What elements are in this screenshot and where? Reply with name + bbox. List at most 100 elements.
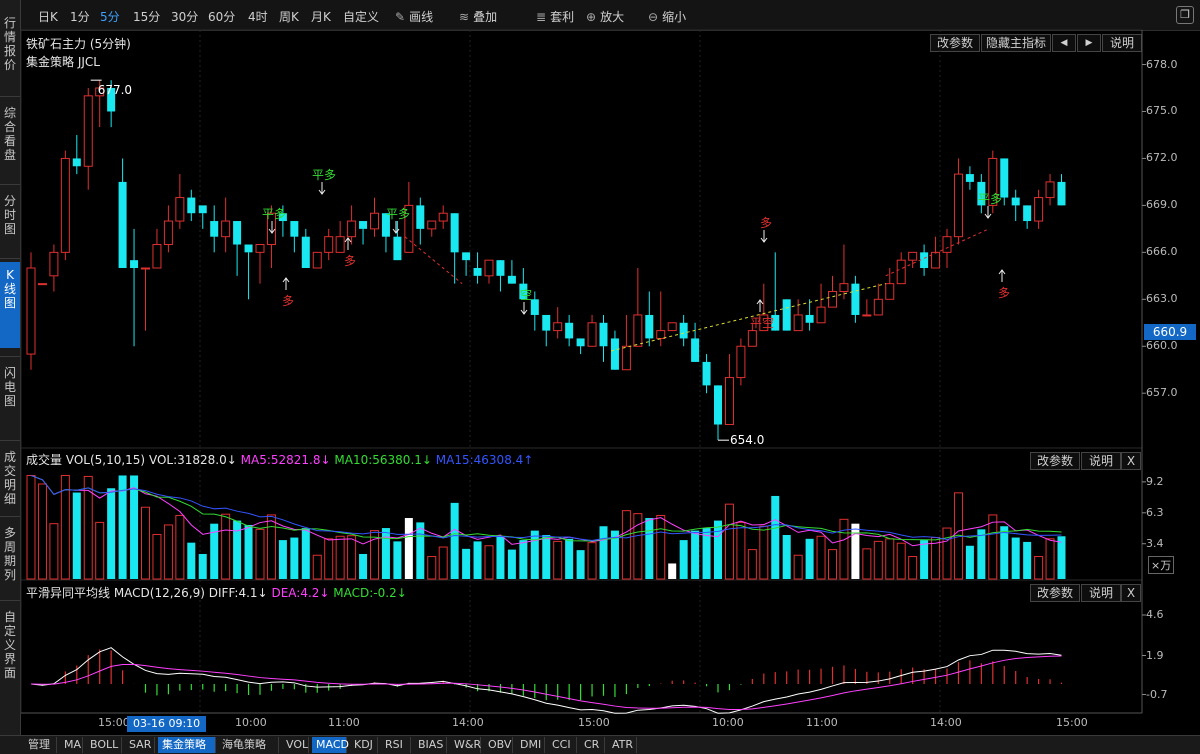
volume-bar [278,540,287,579]
candle-body [370,212,379,230]
candle-body [759,314,769,332]
candle-body [462,252,471,261]
candle-body [83,95,93,167]
volume-bar [335,535,345,580]
volume-bar [714,520,722,579]
indicator-tab-14[interactable]: CCI [548,737,577,753]
candle-body [175,197,185,222]
candle-body [965,174,974,182]
candle-body [908,251,918,261]
indicator-tab-2[interactable]: BOLL [86,737,122,753]
volume-bar [621,510,631,580]
volume-bar [862,548,872,580]
candle-body [130,260,139,268]
macd-dea-line [30,655,1062,711]
candle-body [931,251,941,269]
indicator-tab-12[interactable]: OBV [484,737,513,753]
indicator-tab-7[interactable]: MACD [312,737,349,753]
candle-body [519,283,528,300]
indicator-tab-0[interactable]: 管理 [24,737,57,753]
candle-body [335,236,345,253]
indicator-tab-16[interactable]: ATR [608,737,637,753]
indicator-tab-5[interactable]: 海龟策略 [218,737,279,753]
signal-arrow-down [760,230,768,243]
volume-bar [542,534,551,579]
volume-bar [198,553,207,579]
volume-bar [828,549,837,580]
volume-bar [553,540,563,580]
volume-bar [896,542,906,580]
indicator-tab-10[interactable]: BIAS [414,737,447,753]
indicator-tab-8[interactable]: KDJ [350,737,378,753]
candle-body [747,330,757,347]
candle-body [1011,197,1020,206]
candle-body [862,314,872,317]
candle-body [507,275,516,284]
signal-arrow-down [520,302,528,315]
candle-body [37,283,47,286]
candle-body [885,283,895,300]
volume-bar [759,525,769,580]
indicator-tab-11[interactable]: W&R [450,737,481,753]
volume-bar [679,540,688,579]
volume-bar [233,520,242,579]
volume-bar [782,534,791,579]
candle-body [702,361,711,386]
volume-bar [839,518,849,580]
macd-diff-line [30,647,1062,714]
kline-chart[interactable] [0,0,1200,735]
volume-bar [656,514,666,580]
candle-body [198,205,207,214]
candle-body [530,299,539,315]
candle-body [187,197,196,214]
volume-bar [244,524,253,579]
candle-body [942,236,952,253]
indicator-tab-6[interactable]: VOL [282,737,309,753]
volume-bar [290,537,299,579]
candle-body [599,322,608,347]
volume-bar [95,521,105,580]
volume-bar [107,488,116,579]
volume-bar [1057,536,1066,579]
signal-arrow-up [998,269,1006,282]
candle-body [771,314,780,331]
volume-bar [793,554,803,580]
volume-bar [668,563,677,579]
candle-body [782,299,791,331]
candle-body [359,221,368,229]
volume-bar [977,529,986,579]
candle-body [691,338,700,362]
indicator-tab-9[interactable]: RSI [381,737,411,753]
candle-body [381,213,390,237]
volume-bar [885,538,895,580]
macd-panel-frame [20,579,1143,714]
volume-bar [920,540,929,579]
main-panel-frame [20,29,1143,449]
candle-body [714,385,722,425]
candle-body [977,181,986,206]
signal-arrow-up [756,299,764,312]
candle-body [793,314,803,332]
volume-bar [942,527,952,580]
candle-body [576,338,585,347]
volume-bar [816,535,826,580]
candle-body [896,259,906,285]
indicator-tab-1[interactable]: MA [60,737,83,753]
indicator-tab-15[interactable]: CR [580,737,605,753]
candle-body [679,322,688,339]
volume-bar [359,553,368,579]
candle-body [95,87,105,97]
volume-bar [1000,526,1009,579]
indicator-tab-13[interactable]: DMI [516,737,545,753]
candle-body [210,221,219,237]
volume-bar [908,556,918,580]
volume-bar [187,542,196,579]
indicator-tab-3[interactable]: SAR [125,737,155,753]
volume-bar [416,522,425,579]
volume-bar [404,518,413,579]
candle-body [565,322,574,339]
volume-bar [965,545,974,579]
candle-body [496,260,505,276]
indicator-tab-4[interactable]: 集金策略 [158,737,216,753]
candle-body [1057,181,1066,206]
